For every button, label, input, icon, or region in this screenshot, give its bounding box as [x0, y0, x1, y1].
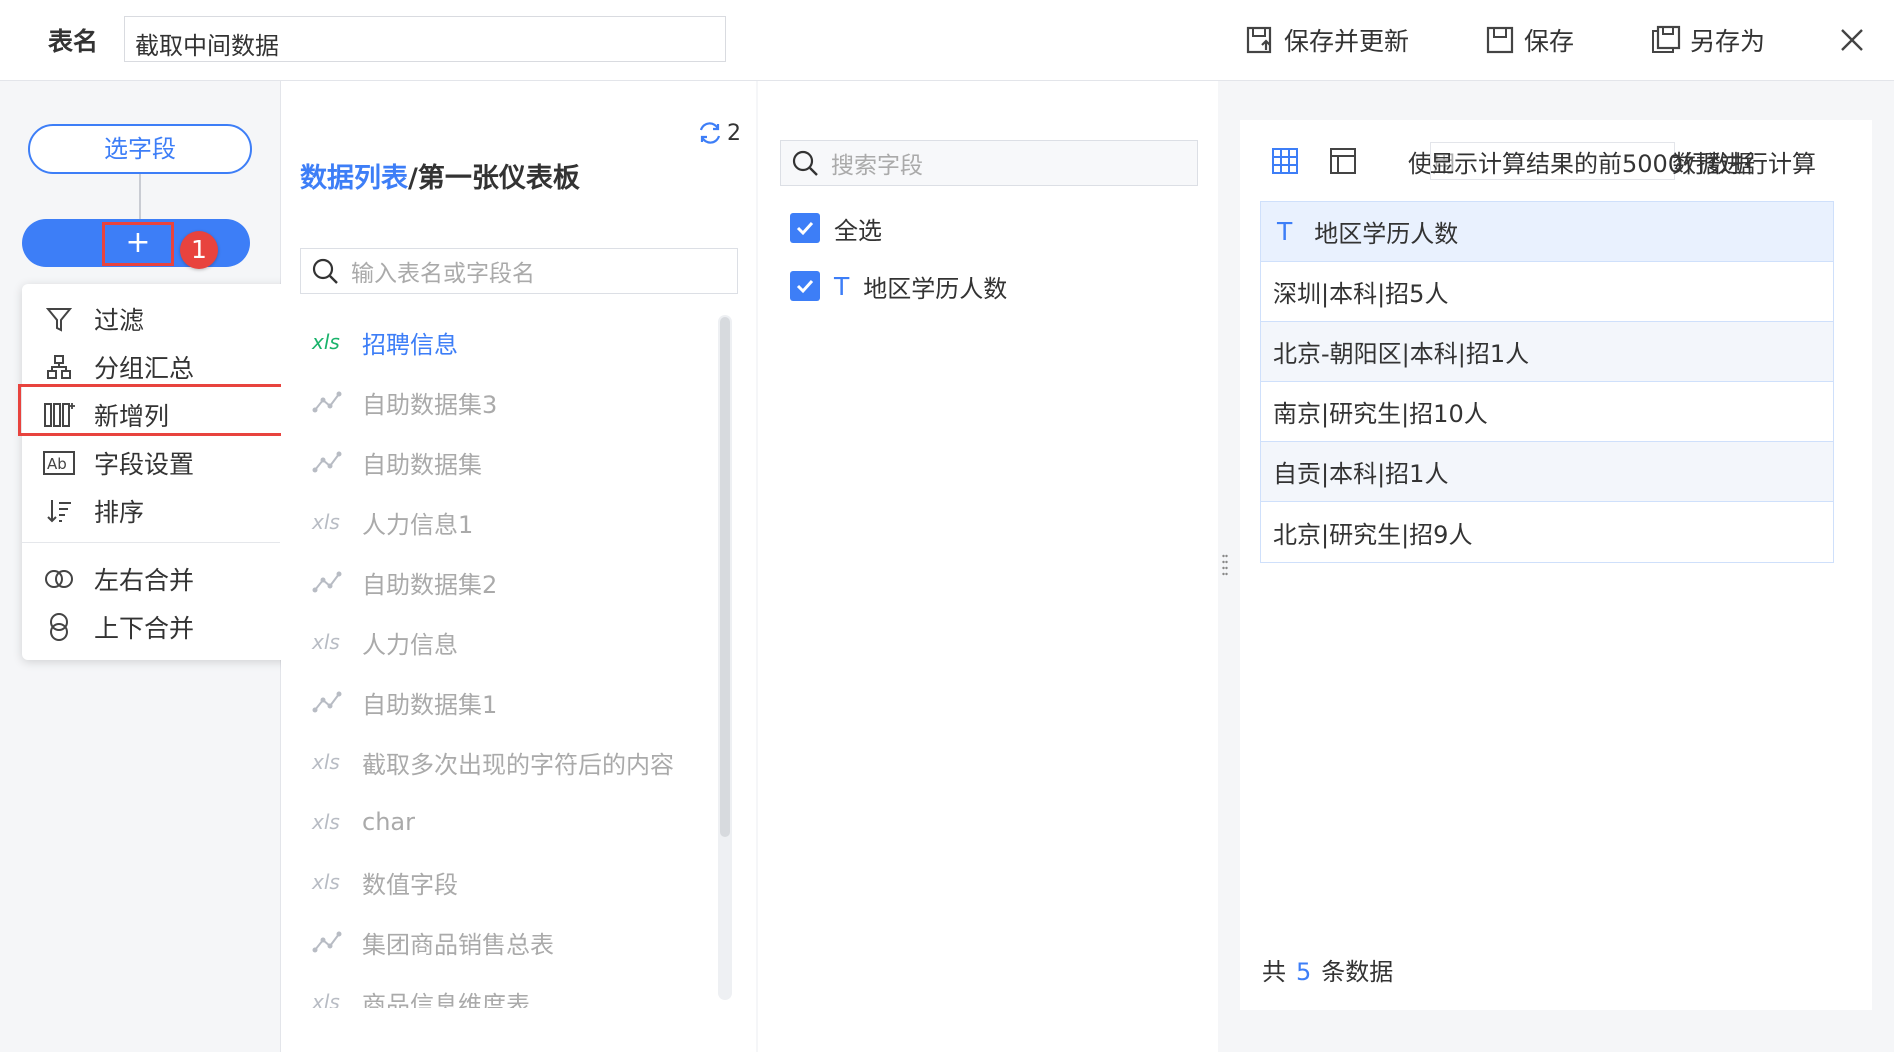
self-service-dataset-icon: [312, 450, 346, 474]
table-row: 北京|研究生|招9人: [1261, 502, 1833, 562]
dataset-item[interactable]: xls char: [312, 802, 415, 842]
excel-icon: xls: [312, 990, 340, 1008]
dataset-label: char: [362, 808, 415, 836]
table-header-row: T 地区学历人数: [1261, 202, 1833, 262]
dataset-item[interactable]: xls 人力信息: [312, 622, 458, 662]
checkbox-checked-icon: [790, 213, 820, 243]
save-button[interactable]: 保存: [1484, 20, 1574, 60]
close-icon[interactable]: [1838, 26, 1866, 54]
dataset-label: 人力信息: [362, 630, 458, 659]
table-cell: 自贡|本科|招1人: [1273, 460, 1449, 488]
layout-view-icon[interactable]: [1328, 146, 1358, 176]
table-cell: 北京|研究生|招9人: [1273, 520, 1473, 549]
dataset-item[interactable]: 自助数据集1: [312, 682, 497, 722]
row-count-summary: 共 5 条数据: [1262, 952, 1393, 987]
field-search-placeholder: 搜索字段: [831, 153, 923, 179]
row-limit-suffix: 数据进行计算: [1672, 150, 1816, 178]
excel-icon: xls: [312, 870, 340, 894]
field-label: 地区学历人数: [863, 274, 1008, 303]
dataset-label: 数值字段: [362, 870, 458, 899]
self-service-dataset-icon: [312, 390, 346, 414]
dataset-label: 截取多次出现的字符后的内容: [362, 750, 674, 779]
grid-view-icon[interactable]: [1270, 146, 1300, 176]
dataset-list: xls 招聘信息 自助数据集3 自助数据集 xls 人力信息1 自助数据集2 x…: [0, 0, 760, 1008]
dataset-label: 自助数据集1: [362, 690, 498, 719]
text-type-icon: T: [1277, 217, 1293, 246]
excel-icon: xls: [312, 510, 340, 534]
select-all-label: 全选: [834, 216, 882, 245]
dataset-item[interactable]: xls 截取多次出现的字符后的内容: [312, 742, 674, 782]
save-icon: [1484, 24, 1516, 56]
column-header[interactable]: 地区学历人数: [1314, 214, 1458, 249]
dataset-label: 商品信息维度表: [362, 990, 530, 1009]
dataset-label: 招聘信息: [362, 330, 458, 359]
table-cell: 南京|研究生|招10人: [1273, 400, 1488, 428]
dataset-item-recruitment[interactable]: xls 招聘信息: [312, 322, 458, 362]
table-cell: 北京-朝阳区|本科|招1人: [1273, 340, 1530, 368]
search-icon: [791, 149, 819, 177]
dataset-item[interactable]: 自助数据集3: [312, 382, 497, 422]
select-all-checkbox[interactable]: 全选: [790, 210, 882, 246]
save-and-update-button[interactable]: 保存并更新: [1244, 20, 1409, 60]
excel-icon: xls: [312, 630, 340, 654]
field-checkbox-region-edu[interactable]: T 地区学历人数: [790, 268, 1007, 304]
text-type-icon: T: [834, 271, 850, 301]
dataset-item[interactable]: xls 人力信息1: [312, 502, 473, 542]
dataset-item[interactable]: 自助数据集: [312, 442, 482, 482]
save-as-label: 另存为: [1690, 27, 1766, 56]
dataset-item[interactable]: 集团商品销售总表: [312, 922, 554, 962]
checkbox-checked-icon: [790, 271, 820, 301]
save-and-update-label: 保存并更新: [1284, 27, 1410, 56]
dataset-scrollbar-thumb[interactable]: [720, 317, 730, 837]
table-row: 深圳|本科|招5人: [1261, 262, 1833, 322]
dataset-label: 集团商品销售总表: [362, 930, 554, 959]
save-label: 保存: [1524, 27, 1575, 56]
total-prefix: 共: [1262, 958, 1286, 986]
dataset-label: 自助数据集3: [362, 390, 498, 419]
table-row: 自贡|本科|招1人: [1261, 442, 1833, 502]
dataset-label: 自助数据集2: [362, 570, 498, 599]
table-row: 南京|研究生|招10人: [1261, 382, 1833, 442]
self-service-dataset-icon: [312, 570, 346, 594]
total-count: 5: [1296, 958, 1312, 986]
row-limit-setting[interactable]: 使用 显示计算结果的前5000行数据 数据进行计算: [1408, 142, 1816, 180]
table-cell: 深圳|本科|招5人: [1273, 280, 1449, 308]
field-search-input[interactable]: 搜索字段: [780, 140, 1198, 186]
save-update-icon: [1244, 24, 1276, 56]
save-as-button[interactable]: 另存为: [1650, 20, 1765, 60]
dataset-item[interactable]: xls 数值字段: [312, 862, 458, 902]
dataset-item[interactable]: xls 商品信息维度表: [312, 982, 530, 1008]
self-service-dataset-icon: [312, 930, 346, 954]
dataset-item[interactable]: 自助数据集2: [312, 562, 497, 602]
self-service-dataset-icon: [312, 690, 346, 714]
excel-icon: xls: [312, 750, 340, 774]
dataset-label: 人力信息1: [362, 510, 474, 539]
dataset-label: 自助数据集: [362, 450, 482, 479]
total-suffix: 条数据: [1321, 958, 1394, 986]
save-as-icon: [1650, 24, 1682, 56]
resize-handle-right[interactable]: [1222, 553, 1228, 579]
table-row: 北京-朝阳区|本科|招1人: [1261, 322, 1833, 382]
preview-table: T 地区学历人数 深圳|本科|招5人 北京-朝阳区|本科|招1人 南京|研究生|…: [1260, 201, 1834, 563]
excel-icon: xls: [312, 330, 340, 354]
excel-icon: xls: [312, 810, 340, 834]
